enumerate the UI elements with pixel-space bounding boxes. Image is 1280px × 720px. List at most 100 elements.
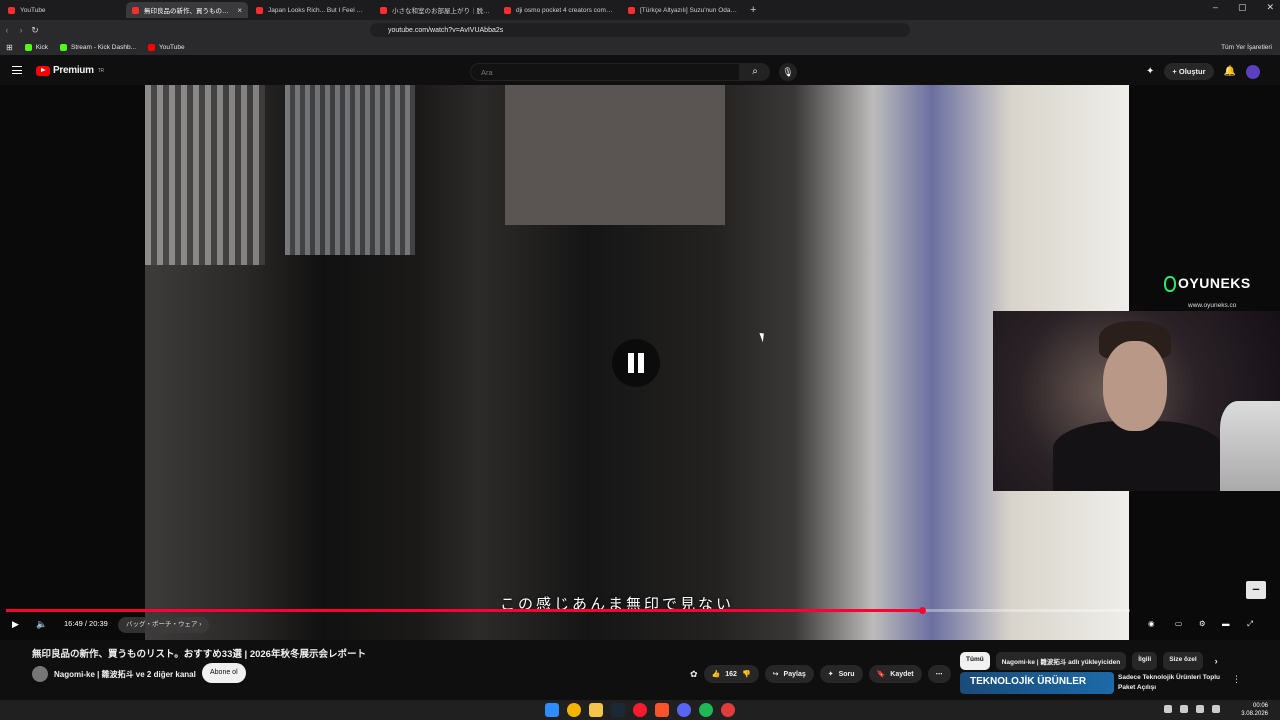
- settings-gear-icon[interactable]: ⚙: [1199, 619, 1206, 628]
- reload-icon[interactable]: ↻: [28, 25, 42, 36]
- channel-avatar[interactable]: [32, 666, 48, 682]
- more-actions-button[interactable]: ⋯: [927, 665, 951, 683]
- webcam-content: [1103, 341, 1167, 431]
- network-icon[interactable]: [1180, 705, 1188, 713]
- progress-played: [6, 609, 923, 612]
- bookmark-kick-dashboard[interactable]: Stream - Kick Dashb...: [59, 44, 136, 51]
- new-tab-button[interactable]: +: [750, 4, 756, 16]
- clock-time: 00:06: [1252, 703, 1268, 709]
- app-icon[interactable]: [721, 703, 735, 717]
- browser-tab[interactable]: Japan Looks Rich... But I Feel Poor -: [250, 2, 372, 18]
- share-button[interactable]: ↪ Paylaş: [764, 665, 814, 683]
- chevron-up-icon[interactable]: [1164, 705, 1172, 713]
- bookmark-youtube[interactable]: YouTube: [148, 44, 185, 51]
- search-input[interactable]: Ara: [470, 63, 740, 81]
- browser-tab[interactable]: 小さな和室のお部屋上がり｜脱衣所が: [374, 2, 496, 18]
- like-icon[interactable]: 👍: [712, 670, 721, 678]
- account-avatar[interactable]: [1246, 64, 1260, 79]
- bookmark-label: YouTube: [159, 44, 185, 51]
- autoplay-toggle-icon[interactable]: ◉: [1148, 619, 1155, 628]
- bookmark-kick[interactable]: Kick: [24, 44, 48, 51]
- create-button[interactable]: + Oluştur: [1164, 63, 1214, 80]
- recommended-thumbnail[interactable]: TEKNOLOJİK ÜRÜNLER: [960, 672, 1114, 694]
- forward-icon[interactable]: ›: [14, 25, 28, 35]
- chip-related[interactable]: İlgili: [1132, 652, 1158, 670]
- opera-icon[interactable]: [633, 703, 647, 717]
- chapter-button[interactable]: バッグ・ポーチ・ウェア ›: [118, 617, 210, 633]
- theater-mode-icon[interactable]: ▬: [1222, 619, 1230, 628]
- close-tab-icon[interactable]: ×: [237, 6, 242, 15]
- dislike-icon[interactable]: 👎: [742, 670, 751, 678]
- close-window-button[interactable]: ✕: [1266, 2, 1274, 13]
- overlay-url: www.oyuneks.co: [1188, 302, 1237, 309]
- miniplayer-button[interactable]: –: [1246, 581, 1266, 599]
- url-field[interactable]: youtube.com/watch?v=AvIVUAbba2s: [370, 23, 910, 37]
- tab-title: 無印良品の新作、買うものリス: [144, 8, 233, 15]
- video-content: [505, 85, 725, 225]
- bookmark-label: Kick: [35, 44, 48, 51]
- play-icon[interactable]: ▶: [12, 619, 19, 630]
- back-icon[interactable]: ‹: [0, 25, 14, 35]
- header-actions: ✦ + Oluştur 🔔: [1146, 63, 1260, 80]
- microphone-icon[interactable]: 🎙: [779, 63, 797, 81]
- youtube-favicon-icon: [504, 6, 511, 14]
- chip-for-you[interactable]: Size özel: [1163, 652, 1203, 670]
- taskbar: 00:06 3.08.2026: [0, 700, 1280, 720]
- recommended-title[interactable]: Sadece Teknolojik Ürünleri Toplu Paket A…: [1118, 673, 1228, 693]
- progress-scrubber[interactable]: [919, 607, 927, 614]
- taskbar-apps: [545, 703, 735, 717]
- tab-title: dji osmo pocket 4 creators combo -: [516, 6, 614, 14]
- sparkle-icon: ✦: [827, 671, 834, 678]
- anime-figure: [1220, 401, 1280, 491]
- tab-title: 小さな和室のお部屋上がり｜脱衣所が: [392, 8, 490, 15]
- pause-icon[interactable]: [612, 339, 660, 387]
- hamburger-menu-icon[interactable]: [12, 66, 22, 74]
- ai-sparkle-icon[interactable]: ✦: [1146, 66, 1154, 77]
- windows-start-icon[interactable]: [545, 703, 559, 717]
- video-content: [285, 85, 415, 255]
- ai-sparkle-icon[interactable]: ✿: [690, 669, 698, 680]
- discord-icon[interactable]: [677, 703, 691, 717]
- video-player[interactable]: この感じあんま無印で見ない OYUNEKS www.oyuneks.co – ▶…: [0, 85, 1280, 640]
- subscribe-button[interactable]: Abone ol: [202, 663, 246, 683]
- apps-grid-icon[interactable]: ⊞: [6, 43, 13, 52]
- channel-name[interactable]: Nagomi-ke | 雛波拓斗 ve 2 diğer kanal: [54, 669, 196, 680]
- youtube-icon: [148, 44, 156, 51]
- progress-bar[interactable]: [6, 607, 1130, 614]
- browser-tab[interactable]: [Türkçe Altyazılı] Suzu'nun Oda Turu: [622, 2, 744, 18]
- steam-icon[interactable]: [611, 703, 625, 717]
- oyuneks-logo-icon: [1164, 276, 1176, 293]
- speaker-icon[interactable]: [1212, 705, 1220, 713]
- chrome-icon[interactable]: [567, 703, 581, 717]
- recommended-more-icon[interactable]: ⋮: [1232, 674, 1241, 685]
- all-bookmarks[interactable]: Tüm Yer İşaretleri: [1221, 44, 1272, 51]
- webcam-overlay: [993, 311, 1280, 491]
- search-icon[interactable]: ⌕: [740, 63, 770, 81]
- save-button[interactable]: 🔖 Kaydet: [868, 665, 922, 683]
- fullscreen-icon[interactable]: ⤢: [1247, 619, 1253, 629]
- maximize-button[interactable]: ▢: [1238, 2, 1247, 13]
- volume-icon[interactable]: 🔈: [36, 619, 47, 630]
- chevron-right-icon[interactable]: ›: [1209, 652, 1224, 670]
- subtitles-icon[interactable]: ▭: [1175, 619, 1182, 628]
- youtube-logo[interactable]: Premium TR: [36, 65, 104, 76]
- brave-icon[interactable]: [655, 703, 669, 717]
- chip-from-uploader[interactable]: Nagomi-ke | 雛波拓斗 adlı yükleyiciden: [995, 652, 1127, 670]
- browser-tab[interactable]: YouTube: [2, 2, 124, 18]
- browser-tab[interactable]: dji osmo pocket 4 creators combo -: [498, 2, 620, 18]
- youtube-favicon-icon: [8, 6, 15, 14]
- tab-title: [Türkçe Altyazılı] Suzu'nun Oda Turu: [640, 6, 738, 14]
- video-content: [145, 85, 265, 265]
- browser-tab-active[interactable]: 無印良品の新作、買うものリス ×: [126, 2, 248, 18]
- file-explorer-icon[interactable]: [589, 703, 603, 717]
- clock[interactable]: 00:06 3.08.2026: [1241, 702, 1268, 718]
- ask-button[interactable]: ✦ Soru: [819, 665, 863, 683]
- spotify-icon[interactable]: [699, 703, 713, 717]
- ask-label: Soru: [838, 670, 855, 678]
- like-count[interactable]: 162: [725, 671, 737, 678]
- wifi-icon[interactable]: [1196, 705, 1204, 713]
- notifications-bell-icon[interactable]: 🔔: [1224, 66, 1236, 77]
- minimize-button[interactable]: –: [1213, 2, 1218, 13]
- chip-all[interactable]: Tümü: [960, 652, 990, 670]
- player-controls: ▶ 🔈 16:49 / 20:39 バッグ・ポーチ・ウェア › ◉ ▭ ⚙ ▬ …: [0, 617, 1280, 635]
